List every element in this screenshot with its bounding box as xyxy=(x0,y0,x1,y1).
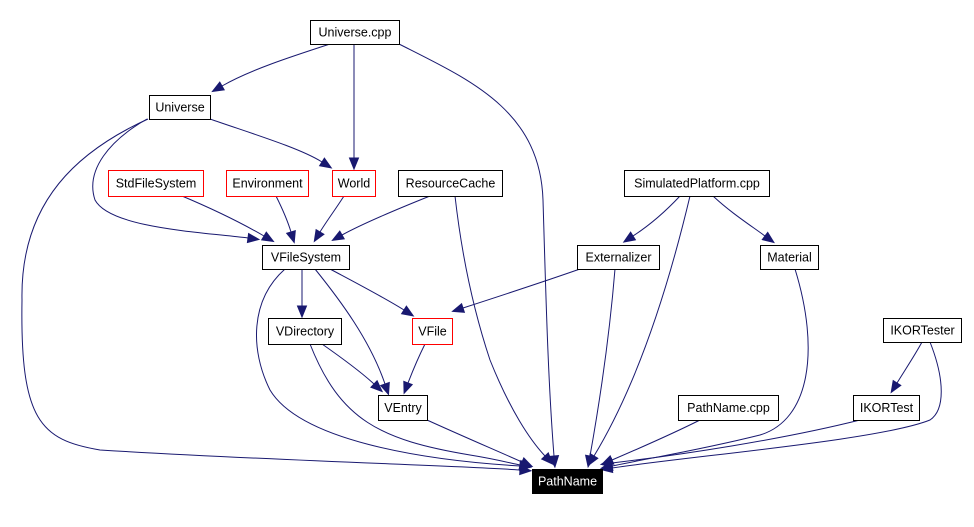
node-label: IKORTester xyxy=(890,324,954,338)
node-label: Externalizer xyxy=(586,251,652,265)
edge-stdfilesystem-to-vfilesystem xyxy=(181,195,275,243)
edge-line xyxy=(712,195,766,237)
edge-line xyxy=(256,268,521,467)
arrowhead-icon xyxy=(400,305,415,317)
node-externalizer[interactable]: Externalizer xyxy=(577,245,660,270)
arrowhead-icon xyxy=(285,230,296,244)
edge-line xyxy=(407,343,426,384)
node-stdfilesystem[interactable]: StdFileSystem xyxy=(108,170,204,197)
node-environment[interactable]: Environment xyxy=(226,170,309,197)
nodes-layer: Universe.cpp Universe StdFileSystem Environ… xyxy=(108,20,962,494)
edge-resourcecache-to-pathname xyxy=(454,195,554,465)
arrowhead-icon xyxy=(246,232,261,244)
edge-line xyxy=(398,43,555,457)
node-label: World xyxy=(338,177,370,191)
edge-externalizer-to-pathname xyxy=(584,268,616,469)
arrowhead-icon xyxy=(761,231,775,244)
arrowhead-icon xyxy=(211,81,225,93)
edge-ventry-to-pathname xyxy=(426,419,534,468)
edge-vdirectory-to-ventry xyxy=(321,343,384,393)
node-vfile[interactable]: VFile xyxy=(412,318,453,345)
edge-externalizer-to-vfile xyxy=(451,268,581,313)
arrowhead-icon xyxy=(331,230,346,241)
node-vdirectory[interactable]: VDirectory xyxy=(268,318,342,345)
node-label: StdFileSystem xyxy=(116,177,197,191)
node-label: Universe.cpp xyxy=(319,26,392,40)
node-label: PathName.cpp xyxy=(687,401,770,415)
node-label: PathName xyxy=(538,475,597,489)
edge-line xyxy=(593,195,691,457)
edge-line xyxy=(896,341,923,384)
arrowhead-icon xyxy=(313,228,325,243)
edge-line xyxy=(611,268,809,467)
edge-simulatedplatform_cpp-to-material xyxy=(712,195,775,244)
node-label: Environment xyxy=(232,177,303,191)
edge-vfilesystem-to-vdirectory xyxy=(296,269,308,319)
edge-line xyxy=(275,195,292,233)
edge-line xyxy=(341,195,431,236)
arrowhead-icon xyxy=(519,457,534,468)
edge-universe_cpp-to-universe xyxy=(211,43,331,93)
node-vfilesystem[interactable]: VFileSystem xyxy=(262,245,350,270)
node-universe-cpp[interactable]: Universe.cpp xyxy=(310,20,400,45)
edge-line xyxy=(321,343,375,385)
edge-line xyxy=(611,419,701,461)
node-label: VFileSystem xyxy=(271,251,341,265)
edge-line xyxy=(462,268,581,309)
node-label: Universe xyxy=(155,101,204,115)
node-material[interactable]: Material xyxy=(760,245,819,270)
node-label: VDirectory xyxy=(276,325,335,339)
node-label: ResourceCache xyxy=(406,177,496,191)
edge-line xyxy=(319,195,345,233)
node-ventry[interactable]: VEntry xyxy=(378,395,428,421)
arrowhead-icon xyxy=(379,381,390,396)
edge-line xyxy=(454,195,546,457)
node-resourcecache[interactable]: ResourceCache xyxy=(398,170,503,197)
edge-material-to-pathname xyxy=(599,268,809,472)
edge-line xyxy=(589,268,616,457)
node-pathname: PathName xyxy=(532,469,603,494)
edge-line xyxy=(209,118,323,163)
node-label: SimulatedPlatform.cpp xyxy=(634,177,760,191)
node-simulatedplatform-cpp[interactable]: SimulatedPlatform.cpp xyxy=(624,170,770,197)
node-label: VEntry xyxy=(384,401,422,415)
node-universe[interactable]: Universe xyxy=(149,95,211,120)
arrowhead-icon xyxy=(318,157,333,169)
edge-vfile-to-ventry xyxy=(403,343,426,395)
arrowhead-icon xyxy=(296,305,308,319)
edge-universe_cpp-to-world xyxy=(348,44,360,171)
edge-line xyxy=(632,195,681,237)
node-label: VFile xyxy=(418,325,447,339)
edge-universe-to-world xyxy=(209,118,333,169)
dependency-graph: Universe.cpp Universe StdFileSystem Environ… xyxy=(21,20,962,494)
node-label: IKORTest xyxy=(860,401,914,415)
node-ikortest[interactable]: IKORTest xyxy=(853,395,920,421)
edge-simulatedplatform_cpp-to-externalizer xyxy=(622,195,681,243)
edge-resourcecache-to-vfilesystem xyxy=(331,195,431,241)
arrowhead-icon xyxy=(451,302,466,313)
node-world[interactable]: World xyxy=(332,170,376,197)
edge-vfilesystem-to-vfile xyxy=(329,268,415,317)
arrowhead-icon xyxy=(348,157,360,171)
edge-ikortester-to-ikortest xyxy=(890,341,923,394)
arrowhead-icon xyxy=(403,380,414,395)
node-ikortester[interactable]: IKORTester xyxy=(883,318,962,343)
edge-line xyxy=(221,43,331,87)
node-label: Material xyxy=(767,251,811,265)
arrowhead-icon xyxy=(260,231,275,243)
edge-environment-to-vfilesystem xyxy=(275,195,296,244)
edge-simulatedplatform_cpp-to-pathname xyxy=(587,195,691,467)
node-pathname-cpp[interactable]: PathName.cpp xyxy=(678,395,779,421)
edge-line xyxy=(181,195,265,237)
arrowhead-icon xyxy=(890,379,902,394)
arrowhead-icon xyxy=(622,231,637,243)
